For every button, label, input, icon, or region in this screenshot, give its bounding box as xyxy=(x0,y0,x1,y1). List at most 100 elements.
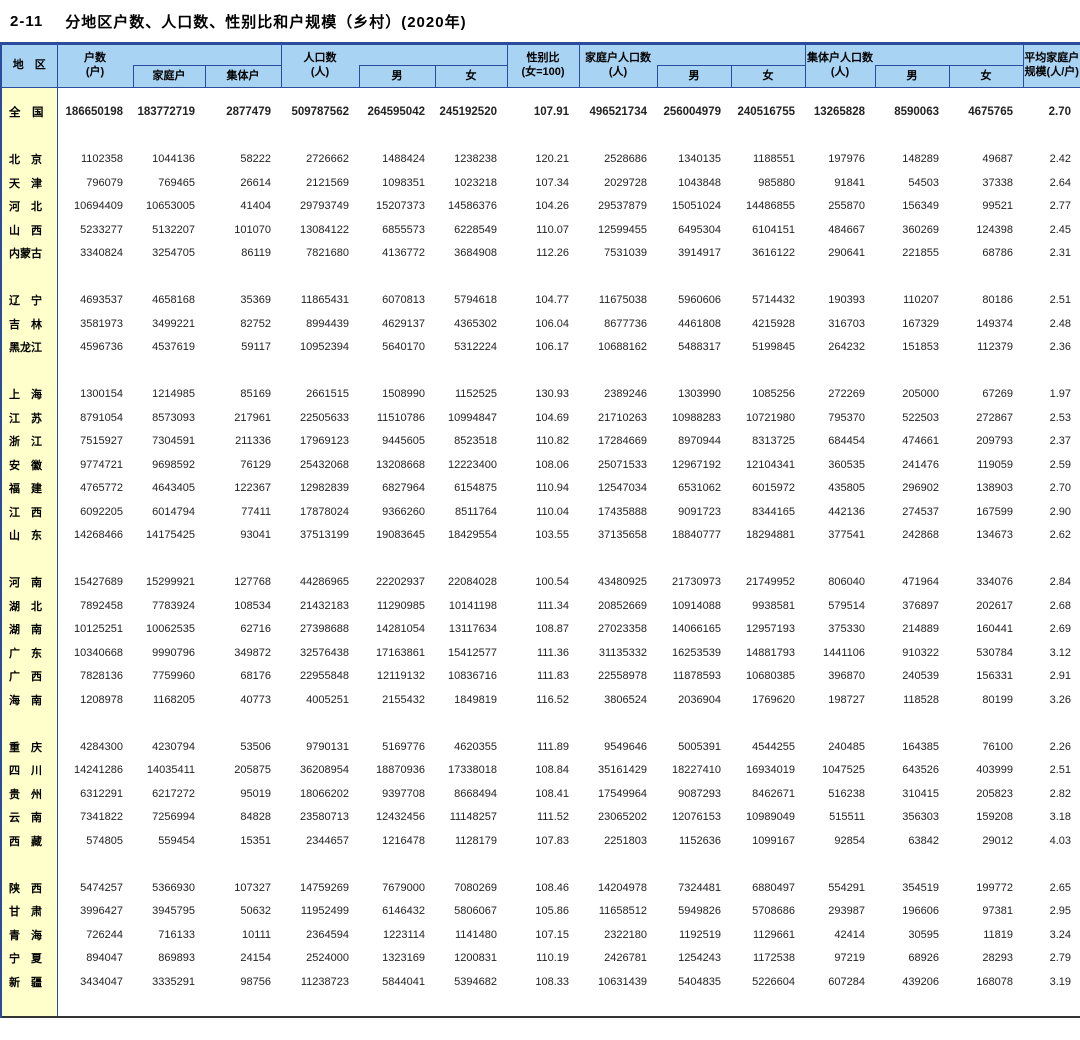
region-column-fill xyxy=(0,852,58,876)
value-cell: 21432183 xyxy=(300,599,349,612)
value-cell: 16253539 xyxy=(672,646,721,659)
value-cell: 107327 xyxy=(234,881,271,894)
value-cell: 2.90 xyxy=(1049,505,1071,518)
value-cell: 159208 xyxy=(976,811,1013,824)
value-cell: 67269 xyxy=(982,388,1013,401)
value-cell: 240485 xyxy=(828,740,865,753)
value-cell: 6146432 xyxy=(382,905,425,918)
value-cell: 10111 xyxy=(242,928,271,941)
value-cell: 12982839 xyxy=(300,482,349,495)
value-cell: 11238723 xyxy=(300,975,349,988)
value-cell: 25071533 xyxy=(598,458,647,471)
value-cell: 31135332 xyxy=(598,646,647,659)
value-cell: 256004979 xyxy=(663,105,721,118)
value-cell: 21749952 xyxy=(746,576,795,589)
value-cell: 910322 xyxy=(902,646,939,659)
value-cell: 3340824 xyxy=(80,247,123,260)
value-cell: 98756 xyxy=(240,975,271,988)
value-cell: 3434047 xyxy=(80,975,123,988)
value-cell: 496521734 xyxy=(589,105,647,118)
value-cell: 108.06 xyxy=(535,458,569,471)
value-cell: 1188551 xyxy=(752,153,795,166)
value-cell: 101070 xyxy=(234,223,271,236)
value-cell: 27023358 xyxy=(598,623,647,636)
value-cell: 5366930 xyxy=(152,881,195,894)
value-cell: 2726662 xyxy=(306,153,349,166)
value-cell: 3914917 xyxy=(678,247,721,260)
value-cell: 1208978 xyxy=(80,693,123,706)
value-cell: 111.52 xyxy=(536,811,569,824)
col-header-population-male: 男 xyxy=(358,65,436,88)
value-cell: 108.41 xyxy=(535,787,569,800)
value-cell: 2036904 xyxy=(678,693,721,706)
value-cell: 17163861 xyxy=(376,646,425,659)
value-cell: 8344165 xyxy=(752,505,795,518)
value-cell: 1172538 xyxy=(752,952,795,965)
region-column-fill xyxy=(0,265,58,289)
value-cell: 17549964 xyxy=(598,787,647,800)
value-cell: 515511 xyxy=(829,811,865,824)
value-cell: 20852669 xyxy=(598,599,647,612)
value-cell: 13117634 xyxy=(448,623,497,636)
value-cell: 32576438 xyxy=(300,646,349,659)
table-row: 山 西 5233277 5132207 101070 13084122 6855573 62… xyxy=(0,218,1080,242)
value-cell: 164385 xyxy=(902,740,939,753)
value-cell: 5794618 xyxy=(454,294,497,307)
value-cell: 108.46 xyxy=(535,881,569,894)
value-cell: 8511764 xyxy=(454,505,497,518)
value-cell: 112379 xyxy=(977,341,1013,354)
value-cell: 22558978 xyxy=(598,670,647,683)
value-cell: 1441106 xyxy=(822,646,865,659)
value-cell: 108.87 xyxy=(535,623,569,636)
value-cell: 49687 xyxy=(982,153,1013,166)
value-cell: 168078 xyxy=(976,975,1013,988)
value-cell: 21730973 xyxy=(672,576,721,589)
value-cell: 356303 xyxy=(902,811,939,824)
value-cell: 7821680 xyxy=(306,247,349,260)
value-cell: 3254705 xyxy=(152,247,195,260)
value-cell: 167329 xyxy=(902,317,939,330)
value-cell: 579514 xyxy=(828,599,865,612)
value-cell: 167599 xyxy=(976,505,1013,518)
table-number: 2-11 xyxy=(10,12,44,30)
value-cell: 11510786 xyxy=(376,411,425,424)
value-cell: 37135658 xyxy=(598,529,647,542)
value-cell: 559454 xyxy=(158,834,195,847)
value-cell: 6228549 xyxy=(454,223,497,236)
value-cell: 643526 xyxy=(902,764,939,777)
census-table-page: 2-11 分地区户数、人口数、性别比和户规模（乡村）(2020年) 地 区 户数… xyxy=(0,0,1080,1040)
value-cell: 103.55 xyxy=(535,529,569,542)
value-cell: 2.31 xyxy=(1049,247,1071,260)
value-cell: 375330 xyxy=(828,623,865,636)
value-cell: 5233277 xyxy=(80,223,123,236)
table-row: 甘 肃 3996427 3945795 50632 11952499 6146432 580… xyxy=(0,899,1080,923)
value-cell: 2029728 xyxy=(604,176,647,189)
value-cell: 100.54 xyxy=(535,576,569,589)
value-cell: 4461808 xyxy=(678,317,721,330)
value-cell: 104.77 xyxy=(535,294,569,307)
value-cell: 806040 xyxy=(828,576,865,589)
value-cell: 2364594 xyxy=(306,928,349,941)
value-cell: 516238 xyxy=(828,787,865,800)
value-cell: 10989049 xyxy=(746,811,795,824)
col-header-sex-ratio: 性别比 (女=100) xyxy=(506,43,580,88)
value-cell: 985880 xyxy=(758,176,795,189)
value-cell: 5169776 xyxy=(382,740,425,753)
value-cell: 10125251 xyxy=(74,623,123,636)
table-row: 四 川 14241286 14035411 205875 36208954 1887093… xyxy=(0,758,1080,782)
value-cell: 242868 xyxy=(902,529,939,542)
spacer-row xyxy=(0,711,1080,735)
value-cell: 36208954 xyxy=(300,764,349,777)
value-cell: 9087293 xyxy=(678,787,721,800)
value-cell: 17878024 xyxy=(300,505,349,518)
value-cell: 97219 xyxy=(834,952,865,965)
value-cell: 272269 xyxy=(828,388,865,401)
value-cell: 14241286 xyxy=(74,764,123,777)
value-cell: 6104151 xyxy=(752,223,795,236)
value-cell: 2661515 xyxy=(306,388,349,401)
table-body: 全 国 186650198 183772719 2877479 509787562 264… xyxy=(0,87,1080,1017)
value-cell: 10340668 xyxy=(74,646,123,659)
value-cell: 10952394 xyxy=(300,341,349,354)
value-cell: 1023218 xyxy=(454,176,497,189)
value-cell: 1216478 xyxy=(382,834,425,847)
